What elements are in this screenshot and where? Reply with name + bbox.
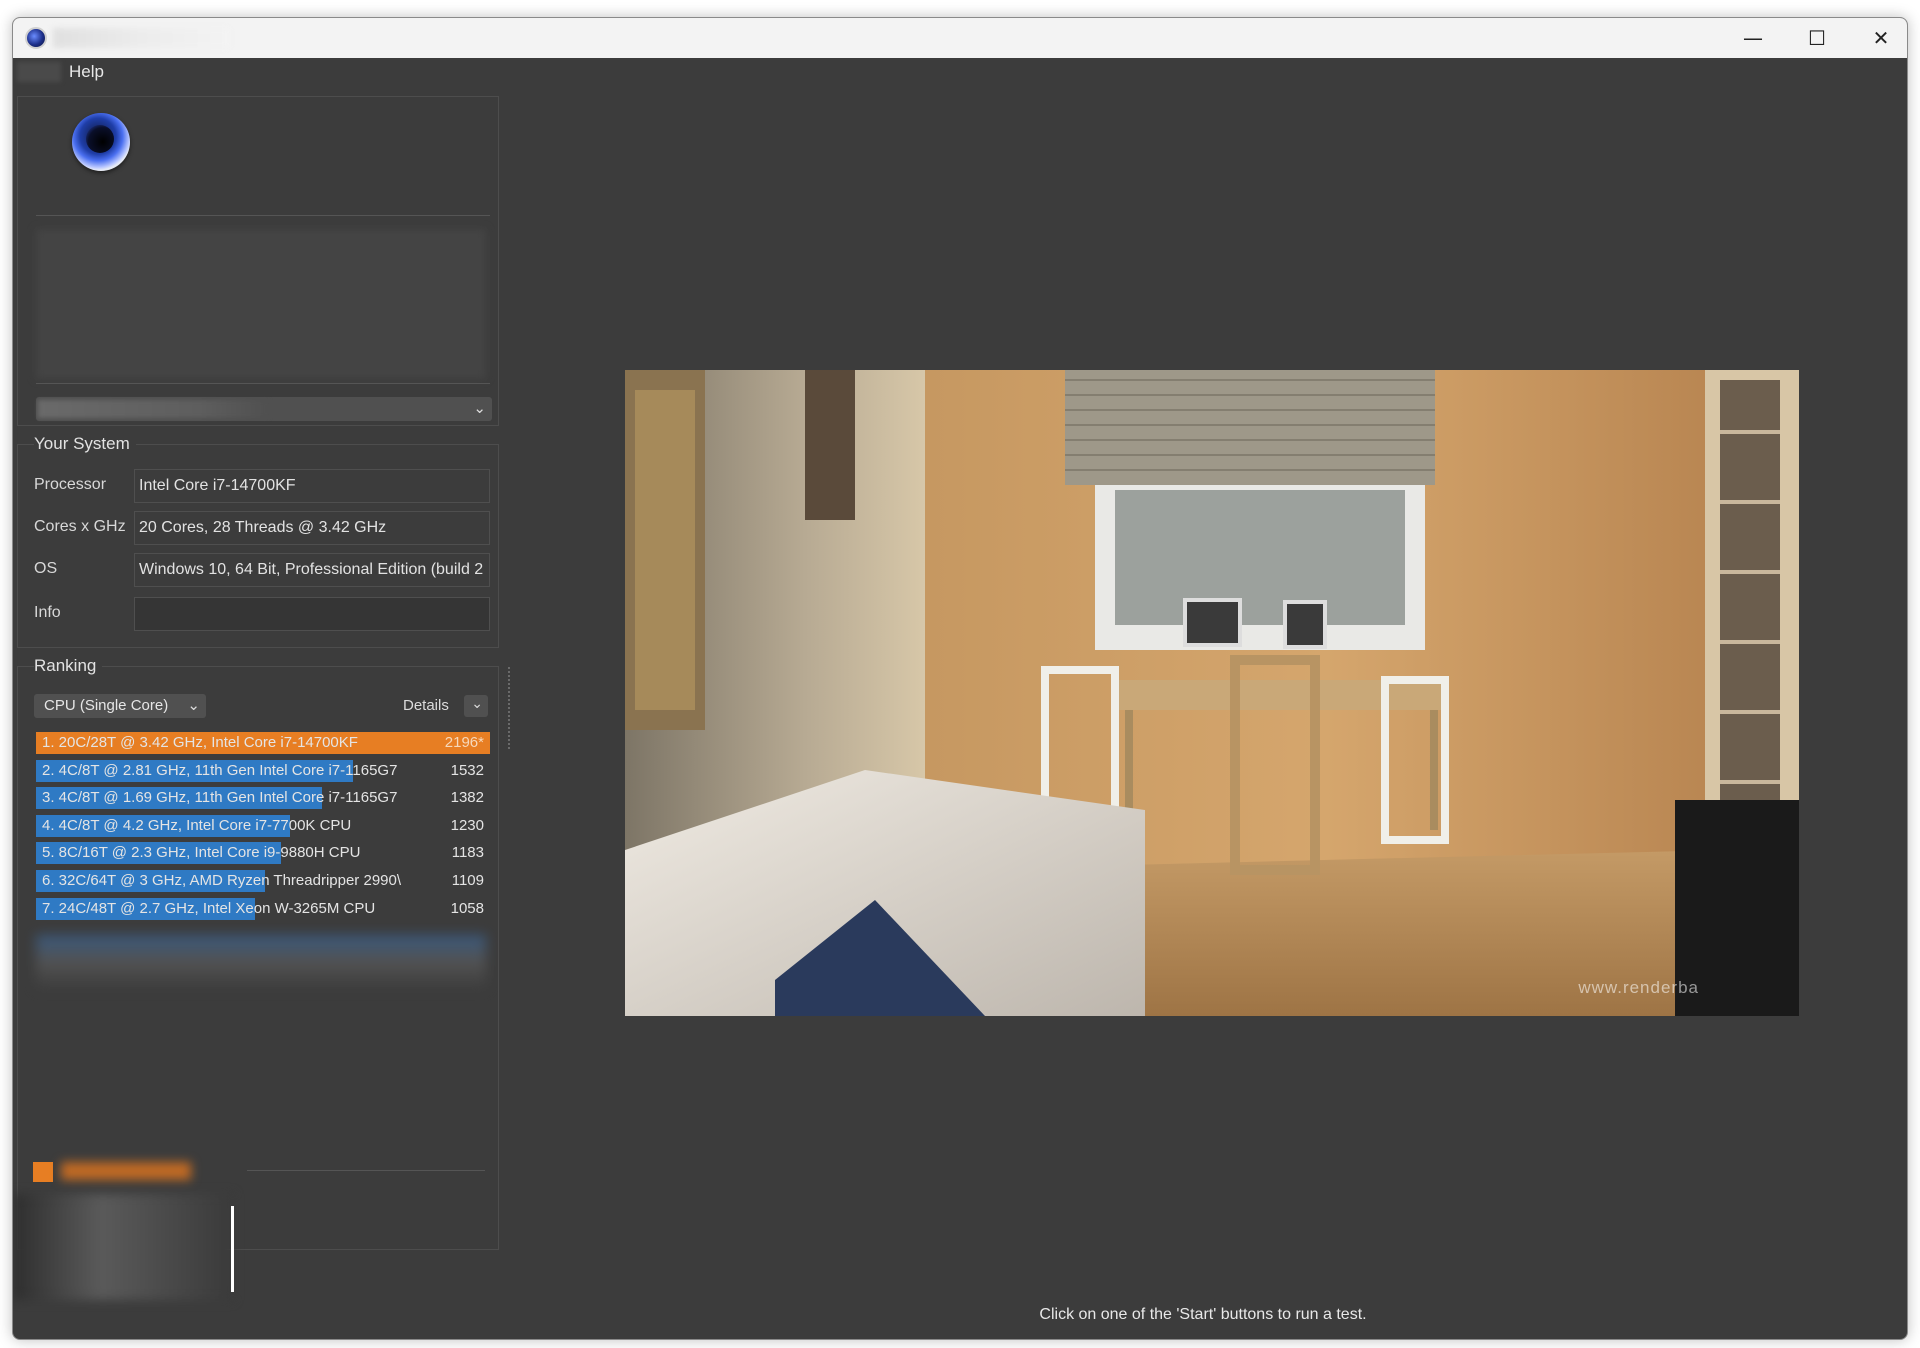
processor-label: Processor <box>34 476 107 493</box>
panel-divider <box>36 383 490 384</box>
menu-item-help[interactable]: Help <box>69 62 104 82</box>
ranking-title: Ranking <box>34 656 103 676</box>
benchmark-panel: ⌄ <box>17 96 499 426</box>
ranking-row[interactable]: 7. 24C/48T @ 2.7 GHz, Intel Xeon W-3265M… <box>36 897 490 922</box>
ranking-row[interactable]: 6. 32C/64T @ 3 GHz, AMD Ryzen Threadripp… <box>36 869 490 894</box>
menu-item-redacted[interactable] <box>17 62 61 82</box>
os-label: OS <box>34 560 58 577</box>
interior-scene-illustration <box>625 370 1799 1016</box>
system-row-info: Info <box>18 597 500 631</box>
system-row-processor: Processor Intel Core i7-14700KF <box>18 469 500 503</box>
ranking-row[interactable]: 4. 4C/8T @ 4.2 GHz, Intel Core i7-7700K … <box>36 814 490 839</box>
ranking-row[interactable]: 2. 4C/8T @ 2.81 GHz, 11th Gen Intel Core… <box>36 759 490 784</box>
ranking-score: 2196* <box>444 734 484 751</box>
ranking-entry-label: 7. 24C/48T @ 2.7 GHz, Intel Xeon W-3265M… <box>42 899 376 917</box>
chevron-down-icon: ⌄ <box>471 696 483 712</box>
ranking-entry-label: 6. 32C/64T @ 3 GHz, AMD Ryzen Threadripp… <box>42 871 402 889</box>
legend-swatch-icon <box>33 1162 53 1182</box>
benchmark-select-value-redacted <box>38 400 268 418</box>
cinebench-logo-icon <box>72 113 130 171</box>
chevron-down-icon: ⌄ <box>473 399 486 417</box>
panel-resize-handle[interactable] <box>508 667 512 749</box>
render-watermark: www.renderba <box>1578 978 1699 997</box>
ranking-entry-label: 1. 20C/28T @ 3.42 GHz, Intel Core i7-147… <box>42 734 358 751</box>
ranking-rows-redacted <box>36 935 486 989</box>
ranking-mode-value: CPU (Single Core) <box>44 697 169 714</box>
ranking-score: 1183 <box>451 844 484 862</box>
ranking-score: 1532 <box>450 761 484 779</box>
ranking-score: 1230 <box>450 816 484 834</box>
system-row-os: OS Windows 10, 64 Bit, Professional Edit… <box>18 553 500 587</box>
your-system-title: Your System <box>34 434 136 454</box>
benchmark-select[interactable]: ⌄ <box>36 397 492 421</box>
cores-label: Cores x GHz <box>34 518 126 535</box>
info-field[interactable] <box>134 597 490 631</box>
ranking-entry-label: 3. 4C/8T @ 1.69 GHz, 11th Gen Intel Core… <box>42 789 398 807</box>
ranking-score: 1058 <box>450 899 484 917</box>
ranking-entry-label: 5. 8C/16T @ 2.3 GHz, Intel Core i9-9880H… <box>42 844 361 862</box>
status-message: Click on one of the 'Start' buttons to r… <box>1039 1306 1367 1323</box>
minimize-button[interactable]: — <box>1721 18 1785 58</box>
app-window: — ☐ ✕ Help ⌄ Your System Processor Intel… <box>12 17 1908 1340</box>
sidebar: ⌄ Your System Processor Intel Core i7-14… <box>13 86 510 1339</box>
ranking-row[interactable]: 5. 8C/16T @ 2.3 GHz, Intel Core i9-9880H… <box>36 841 490 866</box>
ranking-entry-label: 4. 4C/8T @ 4.2 GHz, Intel Core i7-7700K … <box>42 816 352 834</box>
title-bar[interactable]: — ☐ ✕ <box>13 18 1907 58</box>
ranking-mode-select[interactable]: CPU (Single Core) ⌄ <box>34 694 206 718</box>
os-field[interactable]: Windows 10, 64 Bit, Professional Edition… <box>134 553 490 587</box>
close-button[interactable]: ✕ <box>1849 18 1907 58</box>
details-toggle-button[interactable]: ⌄ <box>464 695 488 717</box>
your-system-panel: Your System Processor Intel Core i7-1470… <box>17 434 500 648</box>
benchmark-controls-redacted <box>36 229 486 379</box>
render-preview-image: www.renderba <box>625 370 1799 1016</box>
app-logo-icon <box>25 27 47 49</box>
details-label: Details <box>403 697 449 714</box>
maximize-button[interactable]: ☐ <box>1785 18 1849 58</box>
ranking-list: 1. 20C/28T @ 3.42 GHz, Intel Core i7-147… <box>36 731 490 924</box>
ranking-row[interactable]: 1. 20C/28T @ 3.42 GHz, Intel Core i7-147… <box>36 731 490 756</box>
ranking-score: 1382 <box>450 789 484 807</box>
thumbnail-redacted <box>13 1194 233 1300</box>
legend-divider <box>247 1170 485 1171</box>
ranking-score: 1109 <box>451 871 484 889</box>
ranking-entry-label: 2. 4C/8T @ 2.81 GHz, 11th Gen Intel Core… <box>42 761 398 779</box>
panel-divider <box>36 215 490 216</box>
cores-field[interactable]: 20 Cores, 28 Threads @ 3.42 GHz <box>134 511 490 545</box>
window-title-redacted <box>53 28 229 48</box>
menu-bar: Help <box>13 58 1907 86</box>
info-label: Info <box>34 604 61 621</box>
system-row-cores: Cores x GHz 20 Cores, 28 Threads @ 3.42 … <box>18 511 500 545</box>
chevron-down-icon: ⌄ <box>187 697 200 714</box>
processor-field[interactable]: Intel Core i7-14700KF <box>134 469 490 503</box>
ranking-row[interactable]: 3. 4C/8T @ 1.69 GHz, 11th Gen Intel Core… <box>36 786 490 811</box>
legend-label-redacted <box>61 1162 191 1180</box>
logo-core <box>86 125 114 153</box>
text-cursor <box>231 1206 234 1292</box>
